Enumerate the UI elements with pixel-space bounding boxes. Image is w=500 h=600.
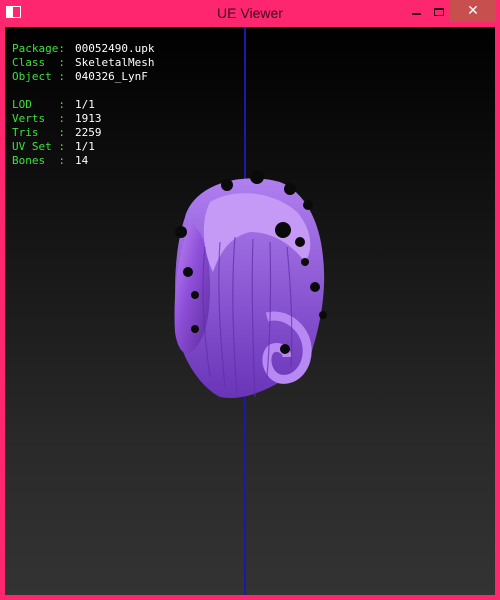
info-row-verts: Verts : 1913 bbox=[12, 112, 154, 126]
package-value: 00052490.upk bbox=[75, 42, 155, 55]
uvset-value: 1/1 bbox=[75, 140, 95, 153]
mesh-info-panel: Package: 00052490.upk Class : SkeletalMe… bbox=[12, 42, 154, 168]
info-row-object: Object : 040326_LynF bbox=[12, 70, 154, 84]
object-label: Object : bbox=[12, 70, 65, 83]
lod-value: 1/1 bbox=[75, 98, 95, 111]
minimize-icon bbox=[411, 12, 421, 15]
class-label: Class : bbox=[12, 56, 65, 69]
info-row-class: Class : SkeletalMesh bbox=[12, 56, 154, 70]
app-window: UE Viewer ✕ Package: 00052490.upk Class … bbox=[0, 0, 500, 600]
verts-label: Verts : bbox=[12, 112, 65, 125]
tris-label: Tris : bbox=[12, 126, 65, 139]
title-bar[interactable]: UE Viewer ✕ bbox=[0, 0, 500, 27]
maximize-icon bbox=[434, 7, 444, 16]
bones-label: Bones : bbox=[12, 154, 65, 167]
info-row-bones: Bones : 14 bbox=[12, 154, 154, 168]
close-button[interactable]: ✕ bbox=[450, 0, 496, 22]
3d-viewport[interactable]: Package: 00052490.upk Class : SkeletalMe… bbox=[5, 27, 495, 595]
info-row-uvset: UV Set : 1/1 bbox=[12, 140, 154, 154]
info-row-package: Package: 00052490.upk bbox=[12, 42, 154, 56]
tris-value: 2259 bbox=[75, 126, 102, 139]
maximize-button[interactable] bbox=[425, 0, 453, 22]
bones-value: 14 bbox=[75, 154, 89, 167]
verts-value: 1913 bbox=[75, 112, 102, 125]
lod-label: LOD : bbox=[12, 98, 65, 111]
uvset-label: UV Set : bbox=[12, 140, 65, 153]
package-label: Package: bbox=[12, 42, 65, 55]
info-row-lod: LOD : 1/1 bbox=[12, 98, 154, 112]
class-value: SkeletalMesh bbox=[75, 56, 155, 69]
close-icon: ✕ bbox=[467, 3, 479, 19]
object-value: 040326_LynF bbox=[75, 70, 148, 83]
info-row-tris: Tris : 2259 bbox=[12, 126, 154, 140]
